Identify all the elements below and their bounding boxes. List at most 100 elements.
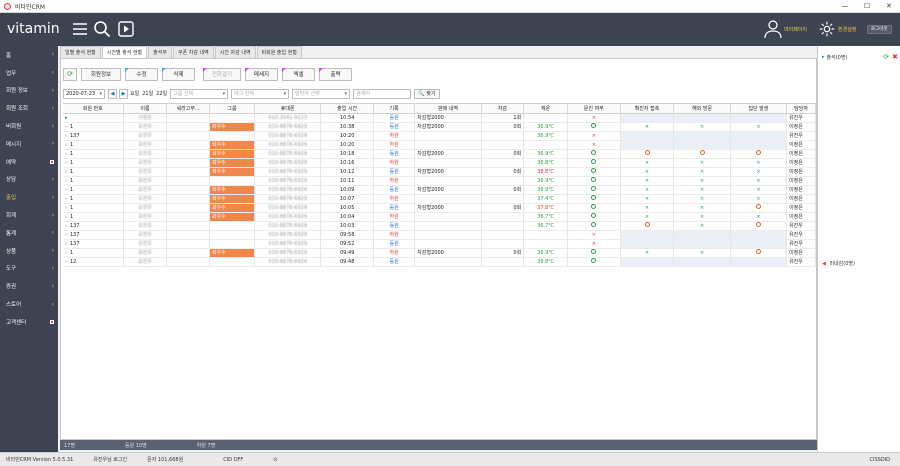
- in-count: 등원 10명: [124, 442, 147, 449]
- sidebar-item[interactable]: 통계 ›: [0, 224, 58, 242]
- minimize-button[interactable]: —: [834, 2, 856, 10]
- print-button[interactable]: 출력: [319, 67, 352, 81]
- tab[interactable]: 일별 출석 현황: [60, 46, 101, 58]
- sidebar-item[interactable]: 홈 ›: [0, 46, 58, 64]
- refresh-icon[interactable]: ⟳: [883, 53, 889, 61]
- tab[interactable]: 시간별 출석 현황: [101, 46, 148, 58]
- column-header[interactable]: 출입 시간: [320, 104, 374, 114]
- table-row[interactable]: ‹ 1 유진우 회우수 010-8878-6929 10:20 하원 × 이정은: [63, 140, 816, 150]
- column-header[interactable]: 담당자: [786, 104, 816, 114]
- tab[interactable]: 쿠폰 차감 내역: [172, 46, 214, 58]
- record-status: 등원: [373, 113, 416, 123]
- table-row[interactable]: ‹ 1 유진우 회우수 010-8878-6929 10:16 하원 36.8℃ × × × 이정은: [63, 158, 816, 168]
- sidebar-item[interactable]: 스토어 ›: [0, 295, 58, 313]
- find-button[interactable]: 🔍 찾기: [414, 88, 440, 99]
- sidebar-item[interactable]: 상품 ›: [0, 242, 58, 260]
- sidebar-item[interactable]: 도구 ›: [0, 260, 58, 278]
- cluster-cell: [730, 131, 788, 141]
- column-header[interactable]: 회원 번호: [63, 104, 124, 114]
- settings-button[interactable]: 환경설정: [818, 19, 856, 39]
- table-row[interactable]: › 1 유진우 회우수 010-8878-6929 10:09 등원 차감형2000 0회 36.…: [63, 185, 816, 195]
- cluster-cell: ×: [730, 167, 788, 177]
- sidebar-item[interactable]: 비회원 ›: [0, 117, 58, 135]
- column-header[interactable]: 판매 내역: [414, 104, 482, 114]
- table-row[interactable]: ‹ 1 유진우 010-8878-6929 10:11 하원 36.9℃ × × × 이정은: [63, 176, 816, 186]
- table-row[interactable]: › 1 유진우 회우수 010-8878-6929 10:18 등원 차감형2000 0회 36.…: [63, 149, 816, 159]
- sidebar-item[interactable]: 회원 조회 ›: [0, 99, 58, 117]
- expand-icon[interactable]: ◀: [822, 261, 826, 267]
- column-header[interactable]: 문진 여부: [567, 104, 621, 114]
- phone-number: 010-8878-6929: [268, 168, 308, 175]
- search-input[interactable]: 검색어: [353, 88, 412, 99]
- table-row[interactable]: › 137 유진우 010-8878-6929 10:03 등원 36.7℃ × 유진우: [63, 221, 816, 231]
- temperature: [523, 140, 569, 150]
- menu-icon[interactable]: [70, 19, 90, 39]
- search-icon[interactable]: [92, 19, 112, 39]
- table-row[interactable]: › 12 유진우 010-8878-6929 09:48 등원 36.8℃ 유진우: [63, 257, 816, 267]
- column-header[interactable]: 해외 방문: [673, 104, 731, 114]
- overseas-cell: ×: [673, 212, 731, 222]
- sidebar-item[interactable]: 증권 ›: [0, 277, 58, 295]
- column-header[interactable]: 이름: [123, 104, 168, 114]
- notification-dot-icon: [50, 319, 54, 324]
- nickname-cell: [166, 176, 210, 186]
- column-header[interactable]: 체온: [523, 104, 569, 114]
- table-row[interactable]: › 1 유진우 회우수 010-8878-6929 10:38 등원 차감형2000 0회 36.…: [63, 122, 816, 132]
- entry-time: 09:49: [320, 248, 374, 258]
- sidebar-item[interactable]: 회원 정보 ›: [0, 82, 58, 100]
- overseas-cell: [673, 230, 731, 240]
- table-row[interactable]: › 137 유진우 010-8878-6929 09:52 등원 × 유진우: [63, 239, 816, 249]
- date-picker[interactable]: 2020-07-23 ▾: [63, 88, 105, 99]
- column-header[interactable]: 집단 발생: [730, 104, 788, 114]
- table-row[interactable]: ‹ 137 유진우 010-8878-6929 10:20 하원 36.9℃ × 유진우: [63, 131, 816, 141]
- group-select[interactable]: 그룹 선택 ▾: [170, 88, 229, 99]
- tab[interactable]: 비회원 출입 현황: [256, 46, 302, 58]
- settings-label: 환경설정: [838, 26, 857, 33]
- table-row[interactable]: ‹ 1 유진우 회우수 010-8878-6929 10:07 하원 37.4℃ × × × 이정은: [63, 194, 816, 204]
- staff-select[interactable]: 담당자 선택 ▾: [292, 88, 351, 99]
- column-header[interactable]: 워라고부...: [166, 104, 210, 114]
- sidebar-item[interactable]: 회계 ›: [0, 206, 58, 224]
- sidebar-item[interactable]: 출입 ›: [0, 188, 58, 206]
- sidebar-item[interactable]: 상담 ›: [0, 171, 58, 189]
- next-day-button[interactable]: ▶: [119, 88, 128, 99]
- prev-day-button[interactable]: ◀: [108, 88, 117, 99]
- table-row[interactable]: ‹ 1 유진우 회우수 010-8878-6929 09:49 하원 차감형2000 0회 36.…: [63, 248, 816, 258]
- column-header[interactable]: 확진자 접촉: [620, 104, 675, 114]
- contact-cell: [620, 230, 675, 240]
- play-icon[interactable]: [116, 19, 136, 39]
- edit-button[interactable]: 수정: [125, 67, 158, 81]
- column-header[interactable]: 그룹: [209, 104, 256, 114]
- staff-name: 유진우: [786, 221, 816, 231]
- table-row[interactable]: ‹ 137 유진우 010-8878-6929 09:58 하원 × 유진우: [63, 230, 816, 240]
- table-row[interactable]: › 1 유진우 회우수 010-8878-6929 10:05 등원 차감형2000 0회 37.…: [63, 203, 816, 213]
- sidebar-item[interactable]: 메시지 ›: [0, 135, 58, 153]
- mypage-button[interactable]: 마이페이지: [764, 19, 807, 39]
- sidebar-item[interactable]: 예약: [0, 153, 58, 171]
- message-button[interactable]: 메세지: [245, 67, 278, 81]
- delete-button[interactable]: 삭제: [162, 67, 195, 81]
- table-row[interactable]: › 1 유진우 회우수 010-8878-6929 10:12 등원 차감형2000 0회 38.…: [63, 167, 816, 177]
- tab[interactable]: 시간 차감 내역: [214, 46, 256, 58]
- sidebar-item[interactable]: 업무 ›: [0, 64, 58, 82]
- check-circle-icon: [591, 176, 597, 182]
- sidebar-item[interactable]: 고객센터: [0, 313, 58, 331]
- expand-icon[interactable]: ▸: [822, 54, 825, 60]
- refresh-button[interactable]: ⟳: [63, 67, 77, 81]
- close-icon[interactable]: ✖: [892, 53, 898, 61]
- call-button[interactable]: 전화걸기: [203, 67, 241, 81]
- nickname-cell: [166, 149, 210, 159]
- tag-select[interactable]: 태그 선택 ▾: [231, 88, 290, 99]
- table-row[interactable]: ‹ 1 유진우 회우수 010-8878-6929 10:04 하원 36.7℃ × × × 이정은: [63, 212, 816, 222]
- excel-button[interactable]: 엑셀: [282, 67, 315, 81]
- table-row[interactable]: ▸ 이정훈 010-2041-9223 10:54 등원 차감형2000 1회 × 유진우: [63, 113, 816, 123]
- column-header[interactable]: 기록: [373, 104, 416, 114]
- column-header[interactable]: 휴대폰: [254, 104, 322, 114]
- tab[interactable]: 출석부: [148, 46, 172, 58]
- column-header[interactable]: 차감: [481, 104, 525, 114]
- close-button[interactable]: ✕: [878, 2, 900, 10]
- maximize-button[interactable]: ☐: [856, 2, 878, 10]
- logout-button[interactable]: 로그아웃: [867, 25, 892, 34]
- member-info-button[interactable]: 회원정보: [81, 67, 121, 81]
- nickname-cell: [166, 203, 210, 213]
